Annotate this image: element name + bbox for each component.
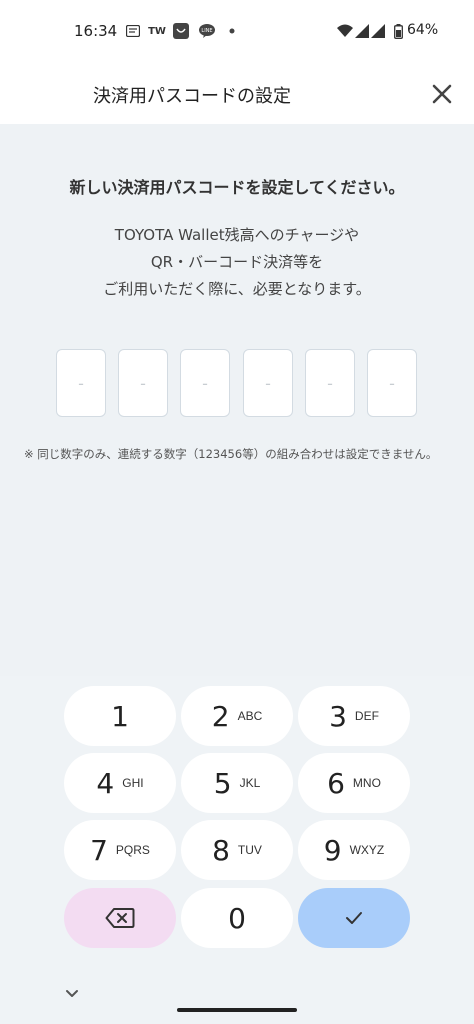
backspace-button[interactable] bbox=[64, 888, 176, 948]
pin-digit-1[interactable]: - bbox=[56, 349, 106, 417]
key-9[interactable]: 9 WXYZ bbox=[298, 820, 410, 880]
close-icon bbox=[432, 84, 452, 104]
chevron-down-icon bbox=[66, 990, 78, 997]
gesture-navigation-handle[interactable] bbox=[177, 1008, 297, 1012]
key-digit: 6 bbox=[327, 766, 345, 800]
tw-notification-icon: TW bbox=[148, 25, 166, 37]
key-7[interactable]: 7 PQRS bbox=[64, 820, 176, 880]
close-button[interactable] bbox=[428, 80, 456, 108]
key-letters: MNO bbox=[352, 776, 381, 790]
line-notification-icon: LINE bbox=[198, 23, 216, 39]
hide-keyboard-button[interactable] bbox=[62, 986, 82, 1000]
status-bar: 16:34 TW LINE 64% bbox=[0, 0, 474, 64]
key-digit: 4 bbox=[96, 766, 115, 800]
key-digit: 7 bbox=[90, 833, 108, 867]
message-notification-icon bbox=[125, 23, 141, 39]
key-letters: JKL bbox=[239, 776, 261, 790]
key-6[interactable]: 6 MNO bbox=[298, 753, 410, 813]
key-letters: PQRS bbox=[115, 843, 150, 857]
key-8[interactable]: 8 TUV bbox=[181, 820, 293, 880]
pin-digit-4[interactable]: - bbox=[243, 349, 293, 417]
pin-digit-2[interactable]: - bbox=[118, 349, 168, 417]
instruction-description: TOYOTA Wallet残高へのチャージや QR・バーコード決済等を ご利用い… bbox=[0, 222, 474, 303]
pin-digit-6[interactable]: - bbox=[367, 349, 417, 417]
key-digit: 8 bbox=[212, 833, 230, 867]
pin-digit-3[interactable]: - bbox=[180, 349, 230, 417]
numeric-keypad: 1 2 ABC 3 DEF 4 GHI 5 JKL 6 MNO 7 PQRS 8… bbox=[0, 676, 474, 1024]
key-digit: 1 bbox=[111, 699, 129, 733]
key-letters: GHI bbox=[122, 776, 144, 790]
svg-text:LINE: LINE bbox=[201, 28, 212, 34]
signal-icon-2 bbox=[371, 23, 385, 39]
key-5[interactable]: 5 JKL bbox=[181, 753, 293, 813]
description-line-3: ご利用いただく際に、必要となります。 bbox=[103, 280, 371, 298]
key-digit: 5 bbox=[213, 766, 232, 800]
key-digit: 3 bbox=[329, 699, 347, 733]
pin-digit-5[interactable]: - bbox=[305, 349, 355, 417]
key-digit: 0 bbox=[228, 901, 246, 935]
confirm-button[interactable] bbox=[298, 888, 410, 948]
key-digit: 2 bbox=[211, 699, 230, 733]
battery-percentage: 64% bbox=[407, 22, 439, 38]
description-line-2: QR・バーコード決済等を bbox=[150, 253, 324, 271]
signal-icon bbox=[355, 23, 369, 39]
page-title: 決済用パスコードの設定 bbox=[93, 86, 291, 107]
app-header: 決済用パスコードの設定 bbox=[0, 64, 474, 124]
key-letters: DEF bbox=[354, 709, 379, 723]
wifi-icon bbox=[337, 23, 353, 39]
pin-input-group[interactable]: - - - - - - bbox=[56, 349, 418, 419]
status-time: 16:34 bbox=[74, 22, 118, 40]
shopping-bag-notification-icon bbox=[173, 23, 189, 39]
instruction-heading: 新しい決済用パスコードを設定してください。 bbox=[69, 178, 405, 197]
key-4[interactable]: 4 GHI bbox=[64, 753, 176, 813]
key-1[interactable]: 1 bbox=[64, 686, 176, 746]
passcode-rule-note: ※ 同じ数字のみ、連続する数字（123456等）の組み合わせは設定できません。 bbox=[24, 447, 438, 461]
passcode-setup-panel: 新しい決済用パスコードを設定してください。 TOYOTA Wallet残高へのチ… bbox=[0, 124, 474, 676]
battery-icon bbox=[393, 23, 403, 39]
more-notifications-icon bbox=[228, 23, 236, 39]
key-digit: 9 bbox=[323, 833, 342, 867]
key-letters: WXYZ bbox=[349, 843, 385, 857]
backspace-icon bbox=[105, 908, 135, 928]
key-3[interactable]: 3 DEF bbox=[298, 686, 410, 746]
key-2[interactable]: 2 ABC bbox=[181, 686, 293, 746]
description-line-1: TOYOTA Wallet残高へのチャージや bbox=[114, 226, 360, 244]
checkmark-icon bbox=[346, 912, 362, 924]
key-0[interactable]: 0 bbox=[181, 888, 293, 948]
key-letters: ABC bbox=[237, 709, 263, 723]
key-letters: TUV bbox=[237, 843, 262, 857]
